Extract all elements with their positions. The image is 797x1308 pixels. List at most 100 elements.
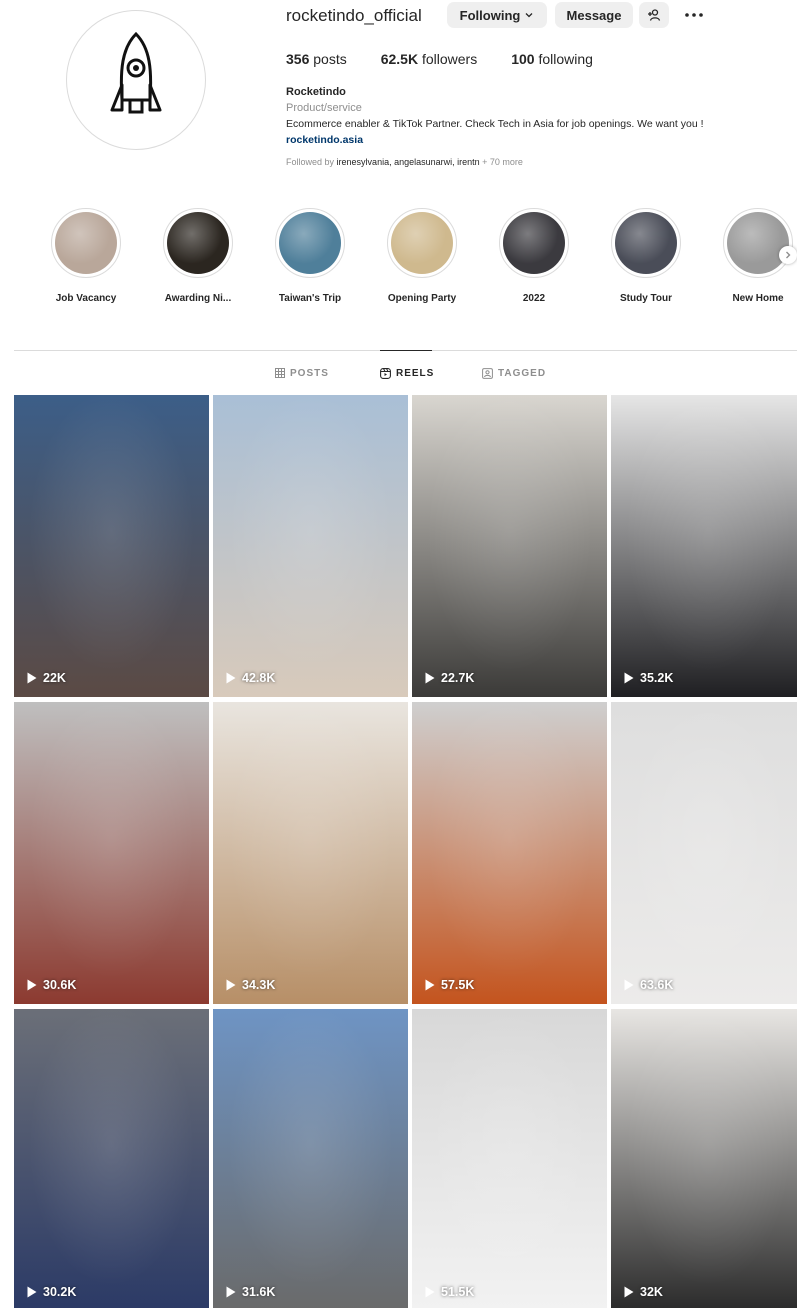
reel-tile[interactable]: 35.2K bbox=[611, 395, 797, 697]
play-icon bbox=[624, 979, 634, 991]
highlight-item[interactable]: 2022 bbox=[489, 208, 579, 304]
reel-view-count: 34.3K bbox=[226, 978, 275, 992]
highlight-cover bbox=[723, 208, 793, 278]
reel-view-count: 42.8K bbox=[226, 671, 275, 685]
reel-tile[interactable]: 32K bbox=[611, 1009, 797, 1308]
highlight-image bbox=[279, 212, 341, 274]
reel-tile[interactable]: 30.6K bbox=[14, 702, 209, 1004]
reel-views-text: 63.6K bbox=[640, 978, 674, 992]
highlight-label: Job Vacancy bbox=[55, 293, 117, 304]
reel-view-count: 22.7K bbox=[425, 671, 474, 685]
reel-views-text: 32K bbox=[640, 1285, 663, 1299]
posts-stat: 356 posts bbox=[286, 51, 347, 67]
play-icon bbox=[226, 672, 236, 684]
followers-stat[interactable]: 62.5K followers bbox=[381, 51, 478, 67]
tab-posts-label: POSTS bbox=[290, 367, 329, 379]
grid-icon bbox=[275, 368, 285, 378]
followers-label: followers bbox=[421, 51, 478, 67]
profile-avatar[interactable] bbox=[66, 10, 206, 150]
more-options-button[interactable] bbox=[681, 3, 707, 27]
reel-tile[interactable]: 42.8K bbox=[213, 395, 408, 697]
following-button[interactable]: Following bbox=[447, 2, 547, 28]
reel-tile[interactable]: 22K bbox=[14, 395, 209, 697]
followed-by-more: + 70 more bbox=[482, 157, 523, 167]
reel-views-text: 34.3K bbox=[242, 978, 276, 992]
reel-view-count: 30.6K bbox=[27, 978, 76, 992]
highlight-cover bbox=[387, 208, 457, 278]
tab-reels-label: REELS bbox=[396, 367, 435, 379]
posts-count: 356 bbox=[286, 51, 310, 67]
reel-tile[interactable]: 63.6K bbox=[611, 702, 797, 1004]
reel-tile[interactable]: 30.2K bbox=[14, 1009, 209, 1308]
tagged-icon bbox=[482, 367, 493, 379]
profile-stats: 356 posts 62.5K followers 100 following bbox=[286, 51, 627, 67]
reel-tile[interactable]: 51.5K bbox=[412, 1009, 607, 1308]
highlight-image bbox=[167, 212, 229, 274]
highlight-cover bbox=[51, 208, 121, 278]
reel-view-count: 22K bbox=[27, 671, 66, 685]
chevron-down-icon bbox=[525, 13, 533, 18]
followed-by-names: irenesylvania, angelasunarwi, irentn bbox=[336, 157, 480, 167]
play-icon bbox=[425, 979, 435, 991]
highlight-image bbox=[727, 212, 789, 274]
highlight-item[interactable]: Awarding Ni... bbox=[153, 208, 243, 304]
play-icon bbox=[425, 1286, 435, 1298]
followed-by-prefix: Followed by bbox=[286, 157, 335, 167]
highlight-image bbox=[55, 212, 117, 274]
highlight-label: Study Tour bbox=[619, 293, 673, 304]
reel-tile[interactable]: 22.7K bbox=[412, 395, 607, 697]
reel-view-count: 30.2K bbox=[27, 1285, 76, 1299]
reel-tile[interactable]: 31.6K bbox=[213, 1009, 408, 1308]
profile-category: Product/service bbox=[286, 102, 362, 114]
reel-view-count: 63.6K bbox=[624, 978, 673, 992]
profile-bio: Rocketindo Product/service Ecommerce ena… bbox=[286, 84, 786, 170]
reel-views-text: 22K bbox=[43, 671, 66, 685]
highlight-item[interactable]: Study Tour bbox=[601, 208, 691, 304]
reel-view-count: 35.2K bbox=[624, 671, 673, 685]
more-horizontal-icon bbox=[685, 13, 703, 17]
following-button-label: Following bbox=[459, 7, 521, 23]
reels-icon bbox=[380, 367, 391, 379]
reel-views-text: 30.6K bbox=[43, 978, 77, 992]
add-user-icon bbox=[648, 9, 661, 21]
profile-name: Rocketindo bbox=[286, 86, 346, 98]
highlight-item[interactable]: Opening Party bbox=[377, 208, 467, 304]
reel-view-count: 51.5K bbox=[425, 1285, 474, 1299]
tab-posts[interactable]: POSTS bbox=[275, 358, 329, 388]
tab-tagged-label: TAGGED bbox=[498, 367, 547, 379]
play-icon bbox=[27, 1286, 37, 1298]
play-icon bbox=[425, 672, 435, 684]
highlights-next-button[interactable] bbox=[779, 246, 797, 264]
highlight-label: 2022 bbox=[522, 293, 546, 304]
posts-label: posts bbox=[313, 51, 347, 67]
profile-username: rocketindo_official bbox=[286, 6, 422, 25]
play-icon bbox=[226, 979, 236, 991]
highlight-label: Awarding Ni... bbox=[164, 293, 232, 304]
following-count: 100 bbox=[511, 51, 535, 67]
play-icon bbox=[27, 979, 37, 991]
suggested-accounts-button[interactable] bbox=[639, 2, 669, 28]
highlight-cover bbox=[499, 208, 569, 278]
highlight-cover bbox=[611, 208, 681, 278]
reel-views-text: 22.7K bbox=[441, 671, 475, 685]
message-button[interactable]: Message bbox=[555, 2, 633, 28]
tab-reels[interactable]: REELS bbox=[380, 358, 434, 388]
reel-views-text: 57.5K bbox=[441, 978, 475, 992]
reel-view-count: 31.6K bbox=[226, 1285, 275, 1299]
profile-website-link[interactable]: rocketindo.asia bbox=[286, 132, 786, 148]
tab-tagged[interactable]: TAGGED bbox=[482, 358, 546, 388]
highlight-item[interactable]: Taiwan's Trip bbox=[265, 208, 355, 304]
active-tab-indicator bbox=[380, 350, 432, 351]
following-label: following bbox=[538, 51, 593, 67]
following-stat[interactable]: 100 following bbox=[511, 51, 593, 67]
chevron-right-icon bbox=[786, 251, 791, 259]
highlight-item[interactable]: Job Vacancy bbox=[41, 208, 131, 304]
followed-by[interactable]: Followed by irenesylvania, angelasunarwi… bbox=[286, 154, 786, 170]
reel-view-count: 57.5K bbox=[425, 978, 474, 992]
reel-views-text: 51.5K bbox=[441, 1285, 475, 1299]
reel-tile[interactable]: 57.5K bbox=[412, 702, 607, 1004]
rocket-logo-icon bbox=[110, 31, 162, 114]
profile-description: Ecommerce enabler & TikTok Partner. Chec… bbox=[286, 118, 704, 130]
reel-tile[interactable]: 34.3K bbox=[213, 702, 408, 1004]
reel-view-count: 32K bbox=[624, 1285, 663, 1299]
